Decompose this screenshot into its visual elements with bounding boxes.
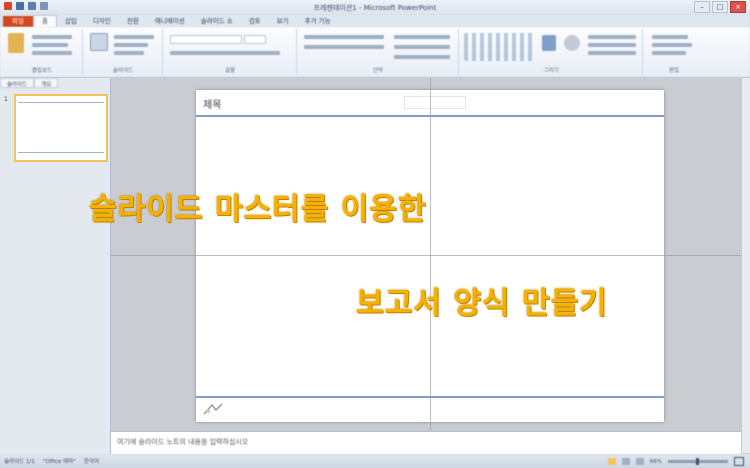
title-placeholder[interactable]: 제목 — [203, 96, 221, 111]
window-controls: – □ × — [694, 1, 746, 13]
paste-icon[interactable] — [8, 33, 24, 53]
status-theme: "Office 테마" — [42, 459, 76, 465]
minimize-button[interactable]: – — [694, 1, 710, 13]
tab-review[interactable]: 검토 — [241, 16, 269, 27]
window-title: 프레젠테이션1 - Microsoft PowerPoint — [313, 4, 437, 12]
header-placeholder[interactable] — [404, 96, 466, 109]
zoom-slider[interactable] — [668, 458, 728, 465]
maximize-button[interactable]: □ — [712, 1, 728, 13]
fit-to-window-icon[interactable] — [734, 457, 744, 466]
tab-slides-pane[interactable]: 슬라이드 — [0, 78, 35, 88]
status-slide-info: 슬라이드 1/1 — [4, 459, 35, 465]
group-font: 글꼴 — [164, 29, 297, 75]
tab-addins[interactable]: 추가 기능 — [297, 16, 339, 27]
vertical-guide[interactable] — [430, 78, 431, 430]
ribbon-tabs: 파일 홈 삽입 디자인 전환 애니메이션 슬라이드 쇼 검토 보기 추가 기능 — [0, 14, 750, 27]
tab-insert[interactable]: 삽입 — [57, 16, 85, 27]
arrange-icon[interactable] — [542, 35, 556, 51]
pane-tabs: 슬라이드 개요 — [0, 78, 110, 88]
overlay-title-line1: 슬라이드 마스터를 이용한 — [89, 192, 427, 227]
group-paragraph: 단락 — [298, 29, 459, 75]
vertical-scrollbar[interactable] — [741, 78, 750, 453]
slide-number: 1 — [4, 96, 8, 103]
view-sorter-icon[interactable] — [621, 458, 630, 465]
group-label-font: 글꼴 — [224, 68, 236, 74]
group-slides: 슬라이드 — [84, 29, 163, 75]
group-editing: 편집 — [644, 29, 704, 75]
ribbon: 클립보드 슬라이드 글꼴 단락 그리기 편집 — [0, 27, 750, 78]
overlay-title-line2: 보고서 양식 만들기 — [356, 286, 608, 321]
tab-home[interactable]: 홈 — [32, 15, 57, 27]
shapes-gallery-icon[interactable] — [464, 33, 534, 61]
tab-animations[interactable]: 애니메이션 — [147, 16, 193, 27]
quick-styles-icon[interactable] — [564, 35, 580, 51]
group-clipboard: 클립보드 — [2, 29, 83, 75]
zoom-slider-thumb[interactable] — [696, 458, 699, 465]
tab-outline-pane[interactable]: 개요 — [34, 78, 59, 88]
horizontal-guide[interactable] — [111, 255, 750, 256]
tab-slideshow[interactable]: 슬라이드 쇼 — [193, 16, 241, 27]
tab-view[interactable]: 보기 — [269, 16, 297, 27]
tab-design[interactable]: 디자인 — [85, 16, 119, 27]
zoom-level[interactable]: 66% — [650, 459, 662, 465]
close-button[interactable]: × — [730, 1, 746, 13]
group-drawing: 그리기 — [460, 29, 643, 75]
slides-pane: 슬라이드 개요 1 — [0, 78, 111, 454]
notes-pane[interactable]: 여기에 슬라이드 노트의 내용을 입력하십시오 — [111, 431, 741, 454]
group-label-editing: 편집 — [668, 68, 680, 74]
group-label-paragraph: 단락 — [372, 68, 384, 74]
view-reading-icon[interactable] — [635, 458, 644, 465]
title-bar: 프레젠테이션1 - Microsoft PowerPoint – □ × — [0, 0, 750, 14]
slide-thumbnail[interactable] — [14, 94, 108, 162]
status-language[interactable]: 한국어 — [84, 457, 99, 465]
notes-placeholder: 여기에 슬라이드 노트의 내용을 입력하십시오 — [117, 438, 249, 446]
group-label-slides: 슬라이드 — [112, 68, 134, 74]
tab-file[interactable]: 파일 — [3, 16, 33, 27]
logo-icon — [203, 403, 223, 415]
tab-transitions[interactable]: 전환 — [119, 16, 147, 27]
group-label-drawing: 그리기 — [543, 68, 559, 74]
status-bar: 슬라이드 1/1 "Office 테마" 한국어 66% — [0, 454, 750, 468]
new-slide-icon[interactable] — [90, 33, 108, 51]
group-label-clipboard: 클립보드 — [31, 68, 53, 74]
view-normal-icon[interactable] — [607, 458, 616, 465]
